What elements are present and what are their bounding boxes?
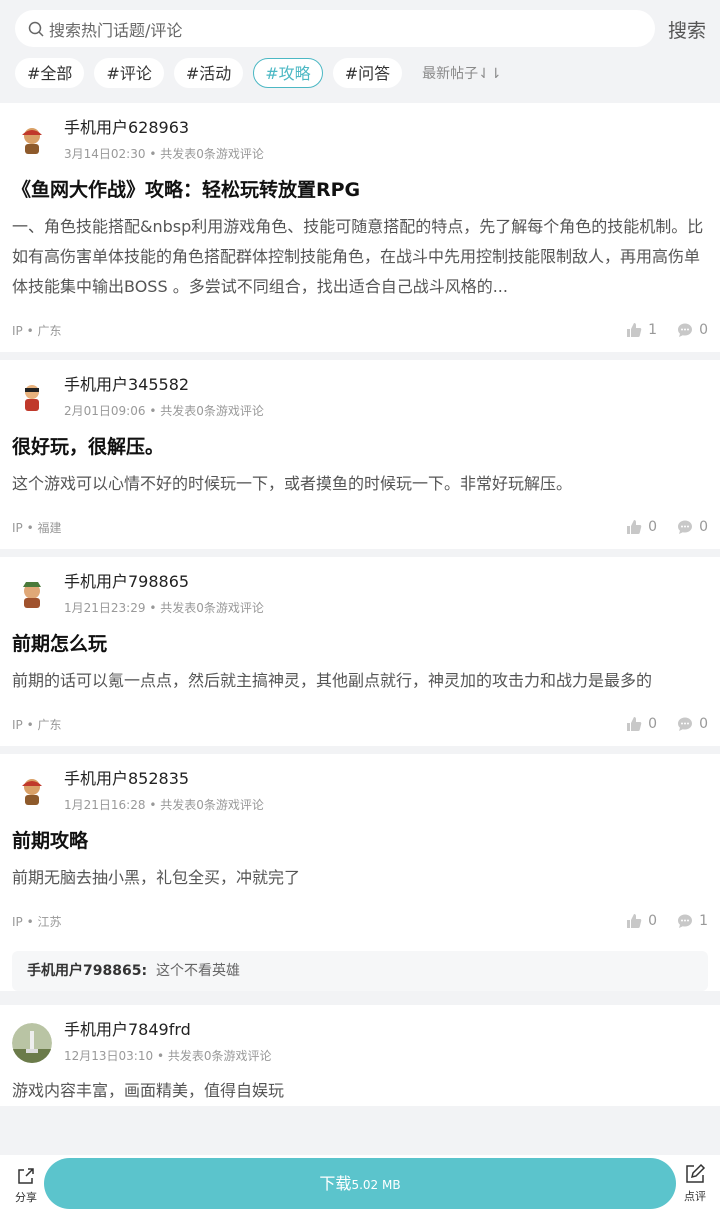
post-card[interactable]: 手机用户852835 1月21日16:28 • 共发表0条游戏评论 前期攻略 前… (0, 754, 720, 991)
post-card[interactable]: 手机用户798865 1月21日23:29 • 共发表0条游戏评论 前期怎么玩 … (0, 557, 720, 746)
download-button[interactable]: 下载5.02 MB (44, 1158, 676, 1209)
post-body: 前期的话可以氪一点点，然后就主搞神灵，其他副点就行，神灵加的攻击力和战力是最多的 (12, 671, 653, 690)
review-button[interactable]: 点评 (684, 1163, 706, 1204)
post-count: 共发表0条游戏评论 (160, 601, 264, 615)
share-button[interactable]: 分享 (4, 1166, 48, 1205)
share-icon (18, 1167, 34, 1184)
thumbs-up-icon (627, 914, 642, 928)
comment-icon (678, 717, 693, 731)
bottom-action-bar: 分享 下载5.02 MB 点评 (0, 1155, 720, 1215)
tag-filter-bar: #全部 #评论 #活动 #攻略 #问答 最新帖子⇃⇂ (15, 58, 502, 88)
tag-review[interactable]: #评论 (94, 58, 164, 88)
comment-count: 0 (699, 322, 708, 338)
username[interactable]: 手机用户852835 (64, 768, 264, 790)
comment-button[interactable]: 1 (677, 913, 708, 929)
avatar[interactable] (12, 121, 52, 161)
top-bar: 搜索热门话题/评论 搜索 #全部 #评论 #活动 #攻略 #问答 最新帖子⇃⇂ (0, 0, 720, 103)
post-count: 共发表0条游戏评论 (160, 404, 264, 418)
share-label: 分享 (15, 1190, 37, 1204)
post-time: 3月14日02:30 (64, 147, 146, 161)
edit-icon (686, 1163, 706, 1183)
post-count: 共发表0条游戏评论 (160, 147, 264, 161)
comment-button[interactable]: 0 (677, 716, 708, 732)
comment-count: 0 (699, 716, 708, 732)
ip-location: IP • 福建 (12, 520, 62, 535)
like-button[interactable]: 0 (626, 913, 657, 929)
ip-location: IP • 广东 (12, 323, 62, 338)
post-meta: 3月14日02:30 • 共发表0条游戏评论 (64, 147, 264, 161)
review-label: 点评 (684, 1190, 706, 1203)
like-count: 1 (648, 322, 658, 338)
post-title: 前期攻略 (12, 830, 89, 852)
like-count: 0 (648, 519, 658, 535)
comment-button[interactable]: 0 (677, 519, 708, 535)
reply-text: 这个不看英雄 (155, 963, 240, 979)
ip-location: IP • 江苏 (12, 914, 62, 929)
search-button[interactable]: 搜索 (668, 16, 706, 43)
tag-all[interactable]: #全部 (15, 58, 85, 88)
comment-icon (678, 914, 693, 928)
download-label: 下载 (319, 1174, 352, 1193)
search-input[interactable]: 搜索热门话题/评论 (15, 10, 655, 47)
download-size: 5.02 MB (351, 1178, 401, 1192)
post-meta: 1月21日23:29 • 共发表0条游戏评论 (64, 601, 264, 615)
post-time: 2月01日09:06 (64, 404, 146, 418)
comment-count: 0 (699, 519, 708, 535)
username[interactable]: 手机用户798865 (64, 571, 264, 593)
avatar[interactable] (12, 575, 52, 615)
avatar[interactable] (12, 378, 52, 418)
thumbs-up-icon (627, 520, 642, 534)
post-time: 12月13日03:10 (64, 1049, 154, 1063)
like-button[interactable]: 0 (626, 716, 657, 732)
post-time: 1月21日23:29 (64, 601, 146, 615)
comment-count: 1 (699, 913, 708, 929)
post-body: 这个游戏可以心情不好的时候玩一下，或者摸鱼的时候玩一下。非常好玩解压。 (12, 474, 573, 493)
sort-dropdown[interactable]: 最新帖子⇃⇂ (422, 63, 501, 83)
avatar[interactable] (12, 1023, 52, 1063)
reply-preview[interactable]: 手机用户798865: 这个不看英雄 (12, 951, 708, 991)
username[interactable]: 手机用户7849frd (64, 1019, 271, 1041)
search-placeholder: 搜索热门话题/评论 (49, 20, 183, 40)
post-time: 1月21日16:28 (64, 798, 146, 812)
post-card[interactable]: 手机用户7849frd 12月13日03:10 • 共发表0条游戏评论 游戏内容… (0, 1005, 720, 1106)
tag-guide[interactable]: #攻略 (253, 58, 323, 88)
tag-activity[interactable]: #活动 (173, 58, 244, 88)
post-body: 游戏内容丰富，画面精美，值得自娱玩 (12, 1081, 285, 1100)
post-body: 前期无脑去抽小黑，礼包全买，冲就完了 (12, 868, 301, 887)
search-icon (28, 21, 44, 37)
post-meta: 2月01日09:06 • 共发表0条游戏评论 (64, 404, 264, 418)
username[interactable]: 手机用户628963 (64, 117, 264, 139)
avatar[interactable] (12, 772, 52, 812)
reply-user: 手机用户798865: (27, 963, 148, 979)
tag-qa[interactable]: #问答 (332, 58, 403, 88)
post-title: 前期怎么玩 (12, 633, 108, 655)
thumbs-up-icon (627, 323, 642, 337)
post-count: 共发表0条游戏评论 (167, 1049, 272, 1063)
like-button[interactable]: 0 (626, 519, 657, 535)
like-button[interactable]: 1 (626, 322, 657, 338)
like-count: 0 (648, 716, 658, 732)
post-meta: 12月13日03:10 • 共发表0条游戏评论 (64, 1049, 272, 1063)
comment-button[interactable]: 0 (677, 322, 708, 338)
post-title: 《鱼网大作战》攻略：轻松玩转放置RPG (12, 179, 361, 201)
comment-icon (678, 323, 693, 337)
like-count: 0 (648, 913, 658, 929)
thumbs-up-icon (627, 717, 642, 731)
post-card[interactable]: 手机用户345582 2月01日09:06 • 共发表0条游戏评论 很好玩，很解… (0, 360, 720, 549)
comment-icon (678, 520, 693, 534)
post-body: 一、角色技能搭配&nbsp利用游戏角色、技能可随意搭配的特点，先了解每个角色的技… (12, 217, 704, 296)
username[interactable]: 手机用户345582 (64, 374, 264, 396)
post-meta: 1月21日16:28 • 共发表0条游戏评论 (64, 798, 264, 812)
ip-location: IP • 广东 (12, 717, 62, 732)
post-card[interactable]: 手机用户628963 3月14日02:30 • 共发表0条游戏评论 《鱼网大作战… (0, 103, 720, 352)
post-title: 很好玩，很解压。 (12, 436, 165, 458)
post-count: 共发表0条游戏评论 (160, 798, 264, 812)
